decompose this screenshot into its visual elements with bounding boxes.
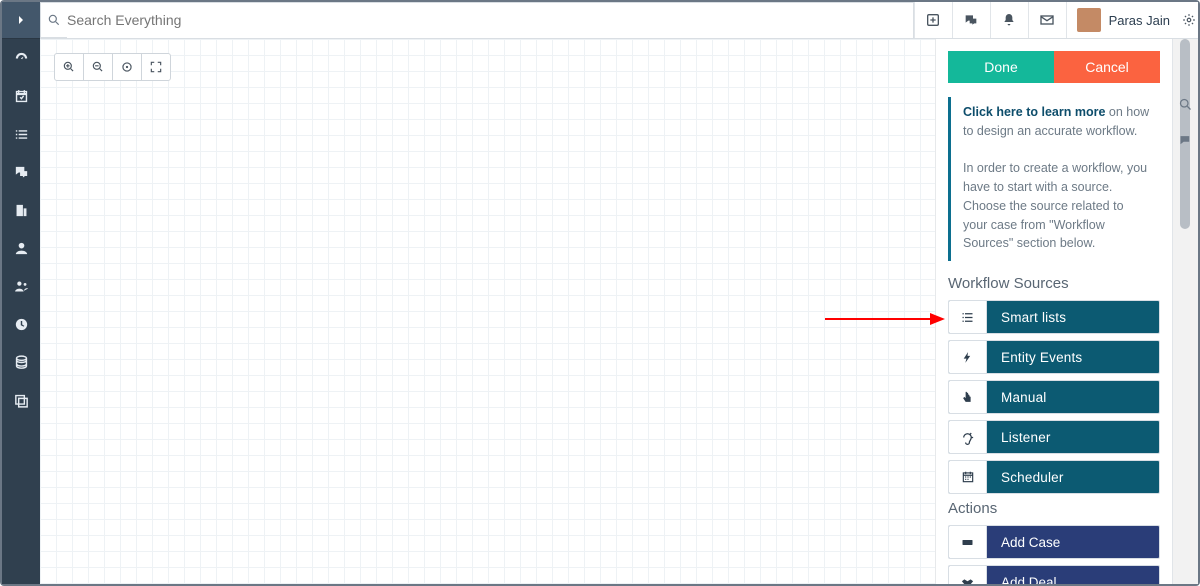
info-box: Click here to learn more on how to desig… <box>948 97 1160 261</box>
bolt-icon <box>949 341 987 373</box>
nav-stack[interactable] <box>2 381 40 419</box>
search-icon[interactable] <box>1178 97 1193 112</box>
nav-data[interactable] <box>2 343 40 381</box>
nav-contacts[interactable] <box>2 229 40 267</box>
notifications-button[interactable] <box>990 2 1028 38</box>
nav-dashboard[interactable] <box>2 39 40 77</box>
nav-conversations[interactable] <box>2 153 40 191</box>
source-label: Scheduler <box>987 470 1064 485</box>
search-box[interactable] <box>40 2 914 38</box>
chat-icon[interactable] <box>1178 133 1193 148</box>
search-icon <box>41 13 67 27</box>
source-label: Manual <box>987 390 1046 405</box>
add-button[interactable] <box>914 2 952 38</box>
nav-users[interactable] <box>2 267 40 305</box>
handshake-icon <box>949 566 987 584</box>
avatar <box>1077 8 1101 32</box>
ticket-icon <box>949 526 987 558</box>
mail-button[interactable] <box>1028 2 1066 38</box>
zoom-reset-button[interactable] <box>112 53 142 81</box>
user-name: Paras Jain <box>1109 13 1170 28</box>
source-scheduler[interactable]: Scheduler <box>948 460 1160 494</box>
action-add-deal[interactable]: Add Deal <box>948 565 1160 584</box>
sidebar-collapse-button[interactable] <box>2 2 40 39</box>
action-label: Add Case <box>987 535 1060 550</box>
action-add-case[interactable]: Add Case <box>948 525 1160 559</box>
source-smart-lists[interactable]: Smart lists <box>948 300 1160 334</box>
chat-button[interactable] <box>952 2 990 38</box>
nav-companies[interactable] <box>2 191 40 229</box>
source-label: Smart lists <box>987 310 1066 325</box>
user-chip[interactable]: Paras Jain <box>1066 2 1180 38</box>
source-label: Listener <box>987 430 1051 445</box>
listen-icon <box>949 421 987 453</box>
info-text-2: In order to create a workflow, you have … <box>963 161 1147 250</box>
scrollbar-rail[interactable] <box>1172 39 1198 584</box>
workflow-panel: Done Cancel Click here to learn more on … <box>936 39 1172 584</box>
sources-title: Workflow Sources <box>948 275 1160 292</box>
done-button[interactable]: Done <box>948 51 1054 83</box>
settings-button[interactable] <box>1180 2 1198 38</box>
actions-title: Actions <box>948 500 1160 517</box>
left-sidebar <box>2 2 40 584</box>
zoom-in-button[interactable] <box>54 53 84 81</box>
zoom-toolbar <box>54 53 171 81</box>
source-manual[interactable]: Manual <box>948 380 1160 414</box>
zoom-fit-button[interactable] <box>141 53 171 81</box>
workflow-canvas[interactable] <box>40 39 936 584</box>
search-input[interactable] <box>67 3 913 38</box>
nav-tasks[interactable] <box>2 115 40 153</box>
cancel-button[interactable]: Cancel <box>1054 51 1160 83</box>
list-icon <box>949 301 987 333</box>
calendar-icon <box>949 461 987 493</box>
action-label: Add Deal <box>987 575 1057 585</box>
zoom-out-button[interactable] <box>83 53 113 81</box>
source-entity-events[interactable]: Entity Events <box>948 340 1160 374</box>
source-label: Entity Events <box>987 350 1082 365</box>
topbar: Paras Jain <box>40 2 1198 39</box>
pointer-icon <box>949 381 987 413</box>
learn-more-link[interactable]: Click here to learn more <box>963 105 1105 119</box>
nav-calendar[interactable] <box>2 77 40 115</box>
nav-time[interactable] <box>2 305 40 343</box>
source-listener[interactable]: Listener <box>948 420 1160 454</box>
